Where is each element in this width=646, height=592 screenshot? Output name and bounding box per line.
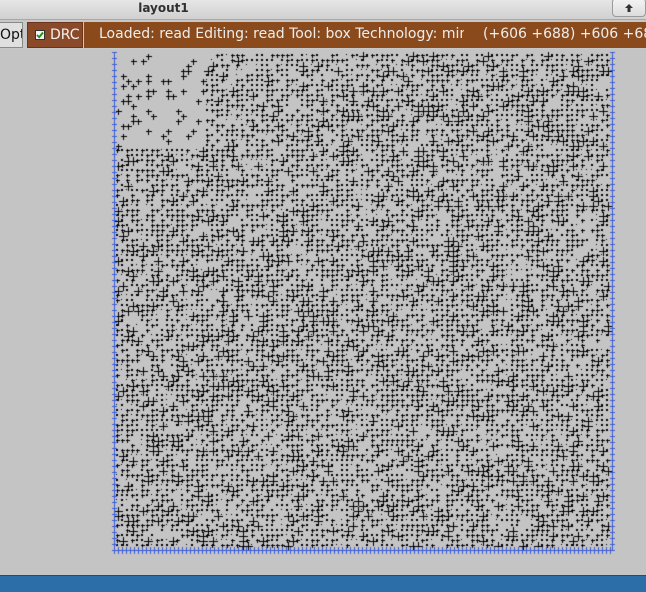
drc-toggle[interactable]: DRC bbox=[27, 22, 83, 48]
arrow-up-icon bbox=[625, 3, 633, 12]
layout-canvas[interactable] bbox=[0, 49, 646, 575]
maximize-button[interactable] bbox=[612, 0, 646, 17]
toolbar: Options DRC Loaded: read Editing: read T… bbox=[0, 20, 646, 49]
drc-label: DRC bbox=[50, 27, 80, 43]
bottom-panel bbox=[0, 575, 646, 592]
checkmark-icon bbox=[36, 31, 44, 39]
status-bar: Loaded: read Editing: read Tool: box Tec… bbox=[84, 22, 646, 48]
options-button-label: Options bbox=[0, 27, 23, 43]
window-title: layout1 bbox=[138, 1, 189, 15]
cursor-coordinates: (+606 +688) +606 +688 lambda bbox=[483, 26, 646, 42]
layout-cell-pattern[interactable] bbox=[0, 49, 646, 575]
drc-checkbox[interactable] bbox=[35, 30, 45, 40]
status-text: Loaded: read Editing: read Tool: box Tec… bbox=[99, 26, 464, 42]
options-button[interactable]: Options bbox=[0, 22, 23, 48]
window-titlebar: layout1 bbox=[0, 0, 646, 20]
